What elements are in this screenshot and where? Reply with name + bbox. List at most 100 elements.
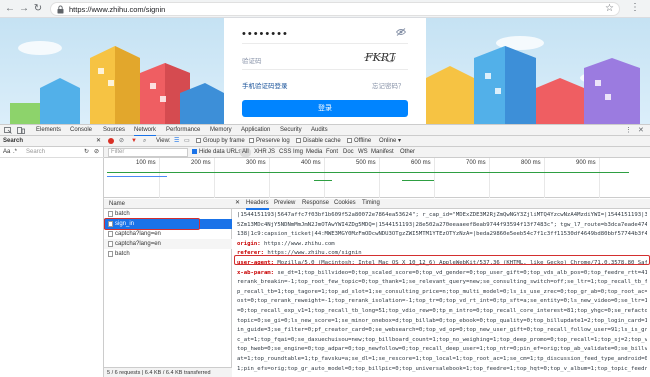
- filter-input[interactable]: Filter: [108, 148, 188, 157]
- forgot-password-link[interactable]: 忘记密码？: [372, 80, 405, 90]
- clear-search-icon[interactable]: ⊘: [94, 148, 99, 157]
- login-button[interactable]: 登录: [242, 100, 408, 117]
- timeline-tick-label: 900 ms: [576, 160, 596, 166]
- search-icon[interactable]: ⌕: [143, 137, 146, 146]
- timeline-gridline: [489, 158, 490, 198]
- timeline-tick-label: 600 ms: [411, 160, 431, 166]
- back-arrow-icon[interactable]: ←: [4, 3, 16, 15]
- tab-preview[interactable]: Preview: [274, 199, 295, 208]
- search-input[interactable]: Search: [26, 148, 45, 157]
- header-line: p_recall_tb=1;top_tagore=1;top_ad_slot=1…: [237, 288, 647, 297]
- timeline-gridline: [159, 158, 160, 198]
- regex-button[interactable]: .*: [13, 148, 17, 157]
- forward-arrow-icon[interactable]: →: [18, 3, 30, 15]
- tab-memory[interactable]: Memory: [210, 126, 232, 135]
- header-value: in_guide=3;se_filter=0;pf_creator_card=0…: [237, 327, 647, 334]
- web-page: •••••••• 验证码 FKRT 手机验证码登录 忘记密码？ 登录: [0, 18, 650, 124]
- filter-type-doc[interactable]: Doc: [343, 148, 354, 157]
- filter-type-all[interactable]: All: [240, 148, 251, 157]
- offline-checkbox[interactable]: Offline: [347, 137, 371, 146]
- tab-timing[interactable]: Timing: [362, 199, 380, 208]
- waterfall-bar: [107, 176, 167, 177]
- filter-type-xhr[interactable]: XHR: [254, 148, 267, 157]
- tab-application[interactable]: Application: [241, 126, 270, 135]
- tab-cookies[interactable]: Cookies: [334, 199, 356, 208]
- header-line: origin: https://www.zhihu.com: [237, 240, 647, 249]
- timeline-gridline: [434, 158, 435, 198]
- filter-icon[interactable]: ▼: [131, 137, 137, 146]
- refresh-search-icon[interactable]: ↻: [84, 148, 89, 157]
- header-value: 138|1c9:capsion_ticket|44:MWE3MGY0MzFmOD…: [237, 231, 647, 238]
- header-line: c_at=1;top_fqai=0;se_daxuechuisou=new;to…: [237, 336, 647, 345]
- filter-type-other[interactable]: Other: [400, 148, 415, 157]
- tab-performance[interactable]: Performance: [166, 126, 200, 135]
- tab-console[interactable]: Console: [70, 126, 92, 135]
- header-value: 5Zm13MDc4NjY5NDNmMmJmN2JmOTAwYWI4ZDg5MDQ…: [237, 221, 647, 228]
- request-row[interactable]: batch: [104, 249, 232, 259]
- tab-headers[interactable]: Headers: [246, 199, 269, 210]
- filter-type-css[interactable]: CSS: [279, 148, 291, 157]
- timeline-gridline: [599, 158, 600, 198]
- eye-icon[interactable]: [396, 28, 406, 36]
- header-value: topic=0;se_gi=0;ls_new_score=1;se_minor_…: [237, 317, 647, 324]
- hide-data-urls-checkbox[interactable]: Hide data URLs: [192, 148, 241, 157]
- tab-security[interactable]: Security: [280, 126, 302, 135]
- tab-response[interactable]: Response: [302, 199, 329, 208]
- header-line: 1;pin_efs=orig;top_gr_auto_model=0;top_b…: [237, 365, 647, 374]
- device-toolbar-icon[interactable]: [17, 127, 25, 134]
- tab-sources[interactable]: Sources: [103, 126, 125, 135]
- login-card: •••••••• 验证码 FKRT 手机验证码登录 忘记密码？ 登录: [224, 18, 426, 124]
- header-value: c_at=1;top_fqai=0;se_daxuechuisou=new;to…: [237, 336, 647, 343]
- header-key: origin:: [237, 240, 261, 247]
- captcha-image[interactable]: FKRT: [362, 49, 396, 65]
- reload-icon[interactable]: ↻: [32, 3, 44, 15]
- timeline-tick-label: 100 ms: [136, 160, 156, 166]
- sms-login-link[interactable]: 手机验证码登录: [242, 80, 288, 90]
- search-pane: Search ✕ Aa .* Search ↻ ⊘: [0, 136, 104, 377]
- clear-icon[interactable]: ⊘: [119, 137, 124, 146]
- filter-type-js[interactable]: JS: [268, 148, 275, 157]
- password-input[interactable]: ••••••••: [242, 28, 289, 40]
- annotation-highlight-box: [104, 218, 200, 230]
- close-icon[interactable]: ✕: [638, 126, 644, 134]
- browser-menu-icon[interactable]: ⋮: [630, 2, 640, 13]
- search-header: Search ✕: [0, 136, 104, 147]
- disable-cache-checkbox[interactable]: Disable cache: [296, 137, 341, 146]
- more-options-icon[interactable]: ⋮: [625, 126, 632, 134]
- timeline-gridline: [269, 158, 270, 198]
- filter-type-media[interactable]: Media: [306, 148, 322, 157]
- devtools-tab-bar: Elements Console Sources Network Perform…: [0, 125, 650, 137]
- header-line: x-ab-param: se_dt=1;top_billvideo=0;top_…: [237, 269, 647, 278]
- divider: [242, 43, 408, 44]
- filter-type-img[interactable]: Img: [293, 148, 303, 157]
- filter-type-font[interactable]: Font: [326, 148, 338, 157]
- throttle-select[interactable]: Online ▾: [379, 137, 401, 146]
- large-rows-icon[interactable]: ☰: [174, 137, 179, 146]
- captcha-input[interactable]: 验证码: [242, 55, 262, 65]
- name-column-header[interactable]: Name: [104, 199, 232, 209]
- request-row[interactable]: captcha?lang=en: [104, 229, 232, 239]
- requests-list: Name batch sign_in captcha?lang=en captc…: [104, 199, 232, 377]
- inspect-element-icon[interactable]: [4, 127, 12, 134]
- overview-icon[interactable]: ▭: [184, 137, 190, 146]
- timeline-tick-label: 200 ms: [191, 160, 211, 166]
- header-line: |1544151193|5647affc7f03bf1b609f52a80072…: [237, 211, 647, 220]
- group-by-frame-checkbox[interactable]: Group by frame: [196, 137, 245, 146]
- close-detail-icon[interactable]: ✕: [235, 199, 240, 208]
- preserve-log-checkbox[interactable]: Preserve log: [249, 137, 290, 146]
- request-row[interactable]: captcha?lang=en: [104, 239, 232, 249]
- tab-elements[interactable]: Elements: [36, 126, 61, 135]
- bookmark-star-icon[interactable]: ☆: [605, 3, 614, 14]
- filter-type-ws[interactable]: WS: [358, 148, 368, 157]
- address-bar[interactable]: https://www.zhihu.com/signin ☆: [50, 2, 620, 16]
- record-button[interactable]: [108, 138, 114, 144]
- header-line: topic=0;se_gi=0;ls_new_score=1;se_minor_…: [237, 317, 647, 326]
- filter-type-manifest[interactable]: Manifest: [371, 148, 394, 157]
- match-case-button[interactable]: Aa: [3, 148, 10, 157]
- header-value: https://www.zhihu.com: [263, 240, 335, 247]
- close-search-icon[interactable]: ✕: [96, 137, 101, 146]
- network-timeline[interactable]: 100 ms 200 ms 300 ms 400 ms 500 ms 600 m…: [104, 158, 650, 198]
- divider: [242, 69, 408, 70]
- tab-audits[interactable]: Audits: [311, 126, 328, 135]
- header-value: 1;pin_efs=orig;top_gr_auto_model=0;top_b…: [237, 365, 647, 372]
